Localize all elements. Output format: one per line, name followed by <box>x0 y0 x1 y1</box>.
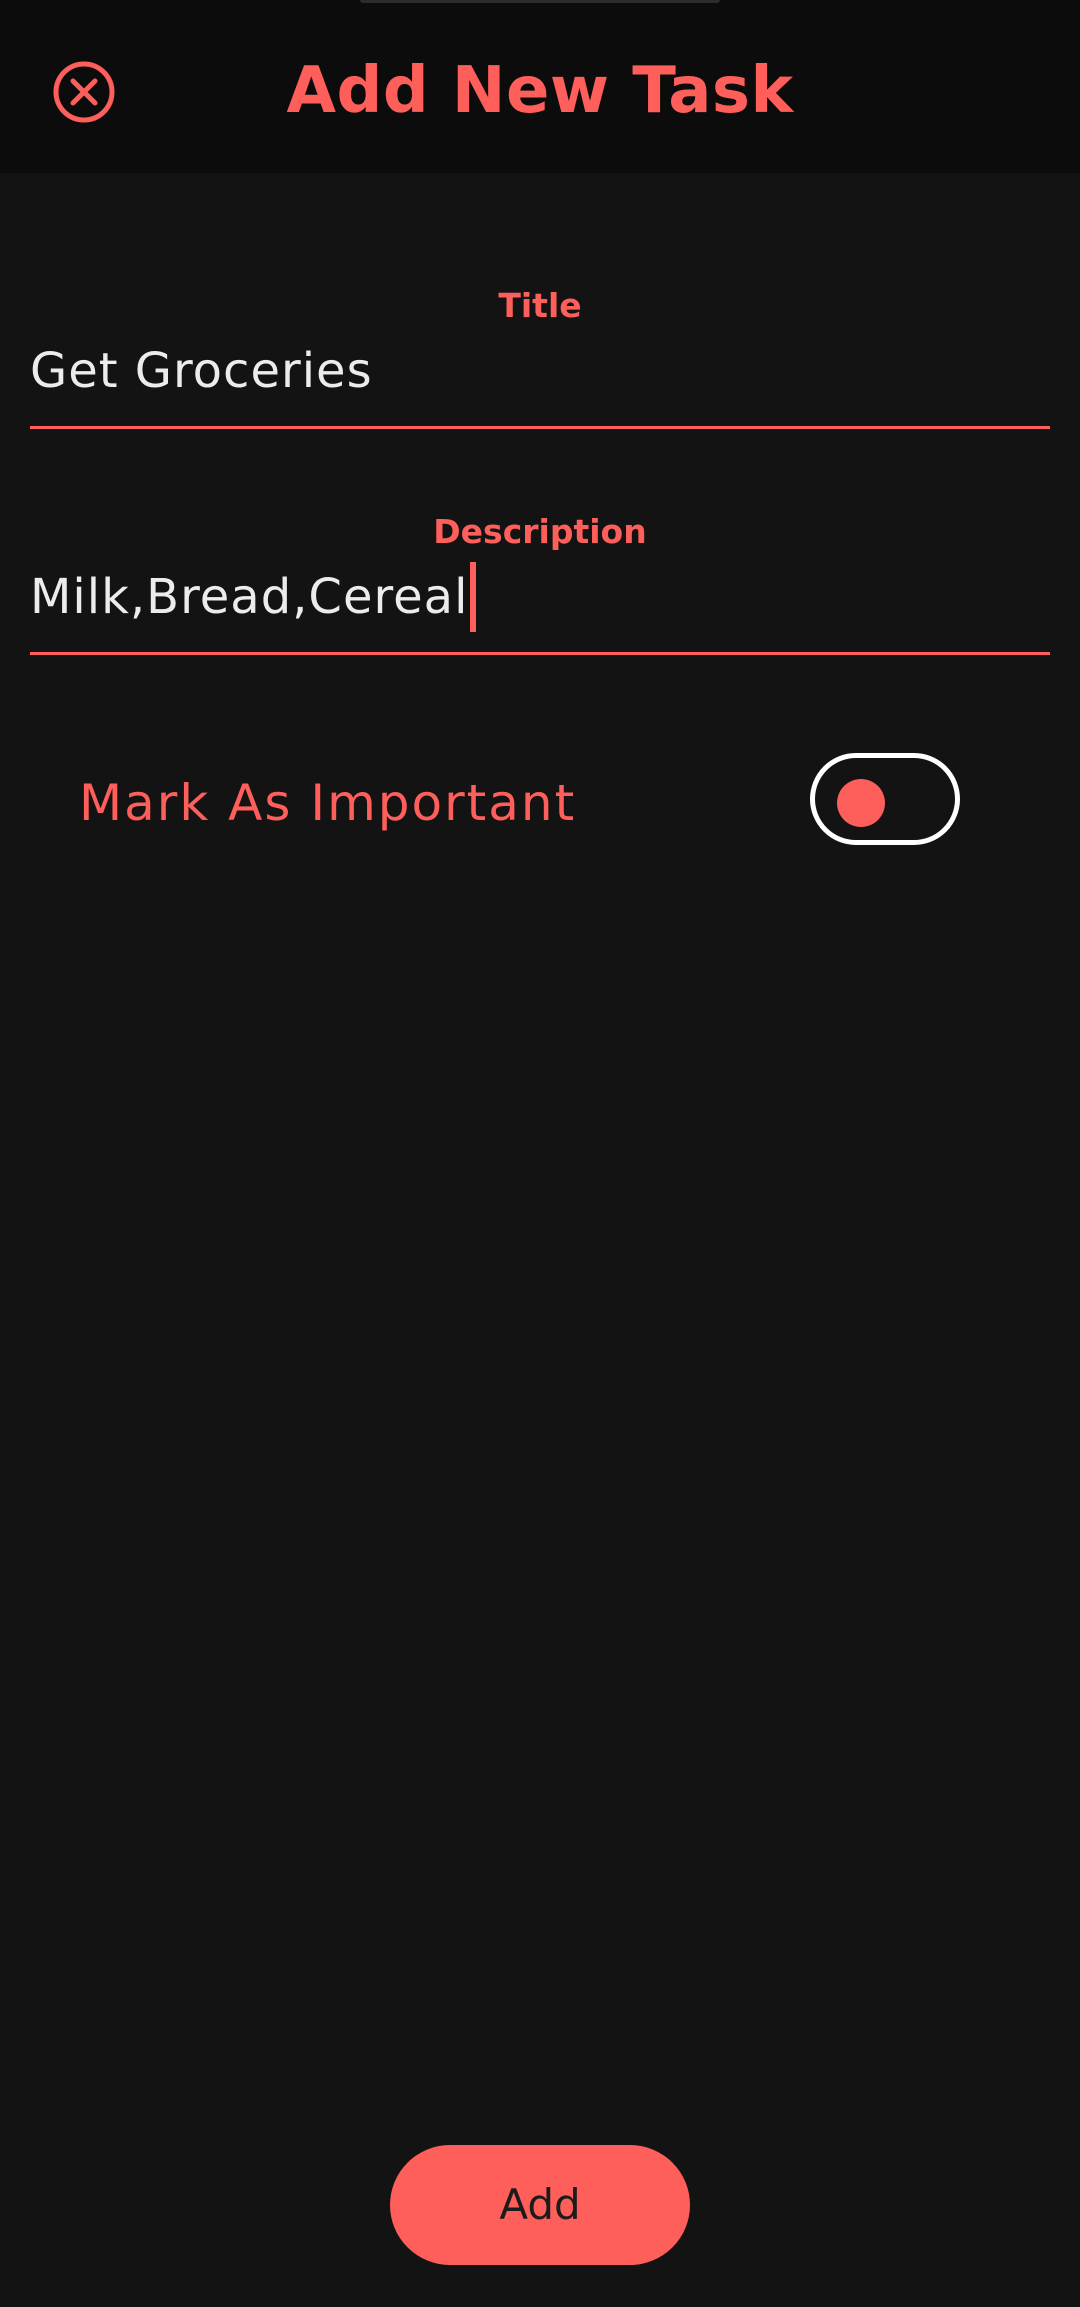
important-toggle-label: Mark As Important <box>79 774 577 832</box>
app-bar: Add New Task <box>0 0 1080 173</box>
add-button[interactable]: Add <box>390 2145 690 2265</box>
description-field-label: Description <box>433 512 647 551</box>
description-input[interactable]: Milk,Bread,Cereal <box>30 562 1050 632</box>
important-toggle[interactable] <box>810 753 960 845</box>
toggle-knob <box>837 779 885 827</box>
title-input[interactable] <box>30 336 1050 406</box>
description-underline <box>30 652 1050 655</box>
page-title: Add New Task <box>286 54 794 128</box>
title-underline <box>30 426 1050 429</box>
text-cursor <box>470 562 477 632</box>
status-notch <box>360 0 720 3</box>
description-input-value: Milk,Bread,Cereal <box>30 569 469 625</box>
title-field-label: Title <box>498 286 582 325</box>
add-task-screen: Add New Task Title Description Milk,Brea… <box>0 0 1080 2307</box>
